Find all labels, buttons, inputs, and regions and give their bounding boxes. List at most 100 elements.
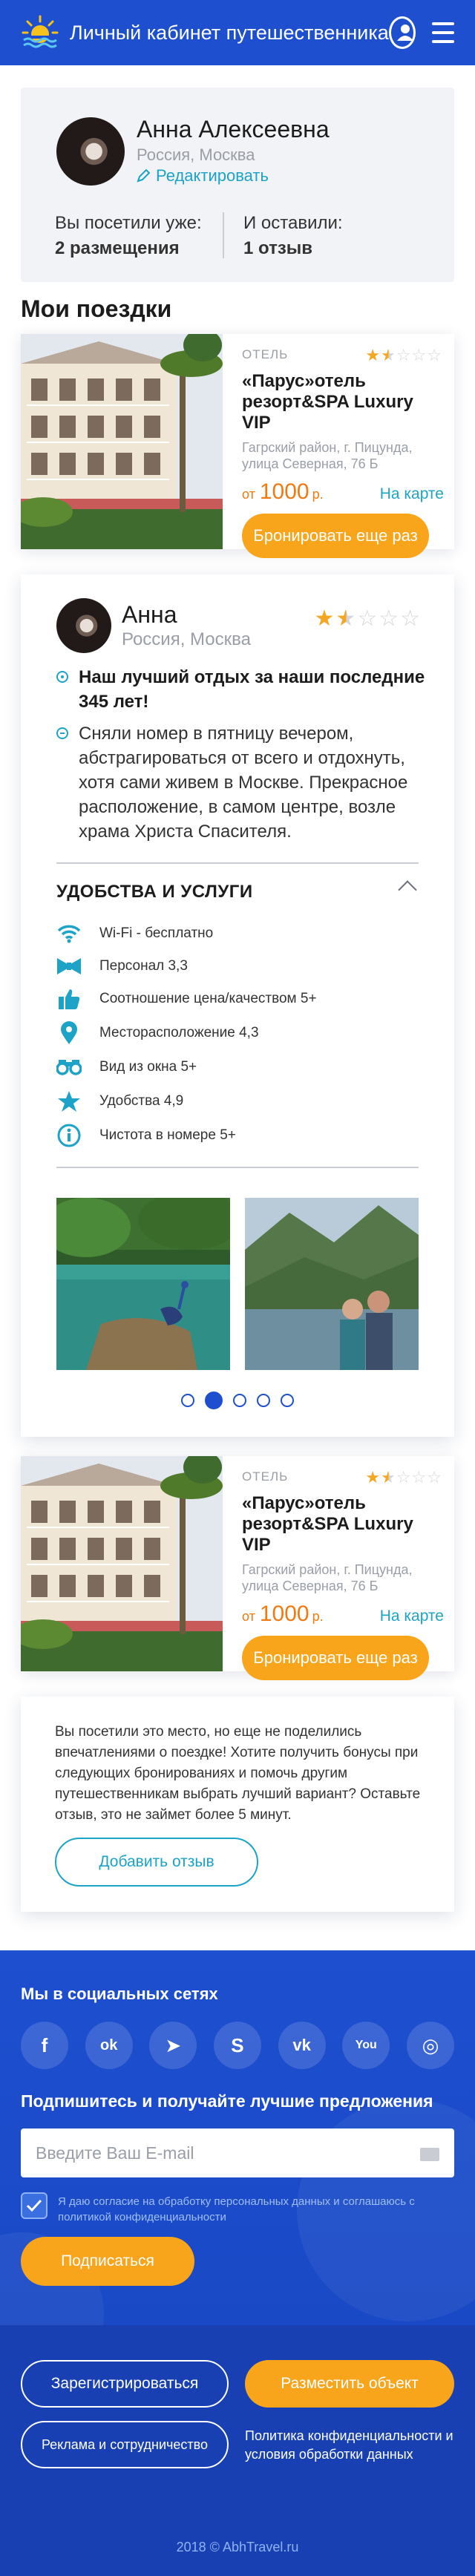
privacy-policy-link[interactable]: Политика конфиденциальности и условия об… — [245, 2427, 460, 2464]
invite-text: Вы посетили это место, но еще не поделил… — [55, 1724, 421, 1823]
on-map-link[interactable]: На карте — [380, 1607, 444, 1625]
star-icon — [56, 1089, 82, 1113]
ads-button[interactable]: Реклама и сотрудничество — [21, 2421, 229, 2468]
hamburger-menu-icon[interactable] — [431, 22, 454, 43]
register-button[interactable]: Зарегистрироваться — [21, 2360, 229, 2408]
review-minus: Сняли номер в пятницу вечером, абстрагир… — [56, 721, 442, 844]
review-plus-text: Наш лучший отдых за наши последние 345 л… — [79, 667, 425, 712]
odnoklassniki-icon[interactable]: ok — [85, 2022, 133, 2069]
reviewer-name: Анна — [122, 601, 177, 628]
amenity-item: Месторасположение 4,3 — [56, 1021, 259, 1045]
review-photo[interactable] — [56, 1198, 230, 1370]
hotel-address: Гагрский район, г. Пицунда, улица Северн… — [242, 1562, 413, 1593]
social-title: Мы в социальных сетях — [21, 1985, 218, 2003]
amenity-item: Вид из окна 5+ — [56, 1055, 197, 1079]
review-photo[interactable] — [245, 1198, 419, 1370]
reviewer-location: Россия, Москва — [122, 629, 251, 649]
amenity-label: Вид из окна 5+ — [99, 1059, 197, 1075]
price-currency: р. — [312, 1609, 324, 1624]
price-row: от 1000 р. На карте — [242, 479, 444, 505]
visited-stat: Вы посетили уже: 2 размещения — [55, 211, 202, 261]
wifi-icon — [56, 922, 82, 945]
instagram-icon[interactable]: ◎ — [406, 2022, 454, 2069]
footer: Мы в социальных сетях f ok ➤ S vk You ◎ … — [0, 1950, 475, 2576]
price-from: от — [242, 487, 255, 502]
subscribe-button[interactable]: Подписаться — [21, 2237, 194, 2286]
price-currency: р. — [312, 487, 324, 502]
facebook-icon[interactable]: f — [21, 2022, 68, 2069]
hotel-name[interactable]: «Парус»отель резорт&SPA Luxury VIP — [242, 371, 444, 433]
hotel-address: Гагрский район, г. Пицунда, улица Северн… — [242, 440, 413, 471]
subscribe-title: Подпишитесь и получайте лучшие предложен… — [21, 2091, 433, 2111]
review-plus: Наш лучший отдых за наши последние 345 л… — [56, 665, 442, 714]
on-map-link[interactable]: На карте — [380, 485, 444, 503]
slider-dot-active[interactable] — [205, 1392, 223, 1409]
thumbs-up-icon — [56, 987, 82, 1011]
mail-icon — [420, 2148, 439, 2161]
user-icon[interactable] — [388, 16, 416, 49]
left-value: 1 отзыв — [243, 238, 313, 258]
minus-icon — [56, 727, 68, 739]
amenity-item: Удобства 4,9 — [56, 1089, 183, 1113]
amenity-label: Wi-Fi - бесплатно — [99, 925, 214, 941]
youtube-icon[interactable]: You — [342, 2022, 390, 2069]
amenity-label: Чистота в номере 5+ — [99, 1127, 236, 1143]
visited-value: 2 размещения — [55, 238, 180, 258]
rating-stars: ★★☆☆☆ — [365, 346, 442, 364]
hotel-name[interactable]: «Парус»отель резорт&SPA Luxury VIP — [242, 1493, 444, 1556]
price-row: от 1000 р. На карте — [242, 1602, 444, 1627]
price-from: от — [242, 1609, 255, 1624]
binoculars-icon — [56, 1055, 82, 1079]
email-field[interactable] — [21, 2128, 454, 2177]
bowtie-icon — [56, 954, 82, 978]
divider — [56, 1167, 419, 1168]
stat-divider — [223, 212, 224, 258]
amenity-label: Удобства 4,9 — [99, 1093, 184, 1109]
page-title: Личный кабинет путешественника — [70, 21, 389, 44]
section-title-trips: Мои поездки — [21, 295, 172, 322]
review-minus-text: Сняли номер в пятницу вечером, абстрагир… — [79, 724, 408, 842]
copyright: 2018 © AbhTravel.ru — [176, 2540, 299, 2554]
amenity-label: Соотношение цена/качеством 5+ — [99, 991, 317, 1006]
profile-card: Анна Алексеевна Россия, Москва Редактиро… — [21, 88, 454, 282]
consent-text: Я даю согласие на обработку персональных… — [58, 2195, 415, 2223]
price-value: 1000 — [259, 479, 309, 504]
hotel-card[interactable]: ОТЕЛЬ ★★☆☆☆ «Парус»отель резорт&SPA Luxu… — [21, 1456, 454, 1680]
skype-icon[interactable]: S — [213, 2022, 261, 2069]
add-review-button[interactable]: Добавить отзыв — [55, 1838, 258, 1887]
hotel-photo[interactable] — [21, 334, 223, 549]
place-object-button[interactable]: Разместить объект — [245, 2360, 454, 2408]
review-card: Анна Россия, Москва ★★☆☆☆ Наш лучший отд… — [21, 574, 454, 1437]
review-invite-card: Вы посетили это место, но еще не поделил… — [21, 1697, 454, 1912]
consent-checkbox[interactable] — [21, 2192, 48, 2219]
edit-profile-link[interactable]: Редактировать — [137, 166, 269, 186]
review-rating-stars: ★★☆☆☆ — [314, 606, 422, 631]
price-value: 1000 — [259, 1602, 309, 1626]
slider-dot[interactable] — [181, 1394, 194, 1407]
hotel-info: ОТЕЛЬ ★★☆☆☆ «Парус»отель резорт&SPA Luxu… — [242, 346, 444, 558]
rating-stars: ★★☆☆☆ — [365, 1468, 442, 1487]
chevron-up-icon[interactable] — [398, 880, 417, 899]
avatar[interactable] — [56, 117, 125, 186]
amenity-label: Персонал 3,3 — [99, 958, 188, 974]
book-again-button[interactable]: Бронировать еще раз — [242, 1636, 429, 1680]
amenities-title[interactable]: УДОБСТВА И УСЛУГИ — [56, 882, 253, 902]
book-again-button[interactable]: Бронировать еще раз — [242, 514, 429, 558]
hotel-photo[interactable] — [21, 1456, 223, 1671]
divider — [56, 862, 419, 864]
social-links: f ok ➤ S vk You ◎ — [21, 2022, 454, 2069]
left-prefix: И оставили: — [243, 213, 343, 233]
slider-dot[interactable] — [233, 1394, 246, 1407]
amenity-item: Чистота в номере 5+ — [56, 1124, 236, 1147]
hotel-card[interactable]: ОТЕЛЬ ★★☆☆☆ «Парус»отель резорт&SPA Luxu… — [21, 334, 454, 558]
slider-dot[interactable] — [257, 1394, 270, 1407]
slider-dot[interactable] — [281, 1394, 294, 1407]
telegram-icon[interactable]: ➤ — [149, 2022, 197, 2069]
vk-icon[interactable]: vk — [278, 2022, 326, 2069]
checkmark-icon — [26, 2199, 42, 2212]
slider-pagination — [21, 1392, 454, 1409]
edit-label: Редактировать — [156, 166, 269, 185]
amenity-item: Соотношение цена/качеством 5+ — [56, 987, 317, 1011]
hotel-info: ОТЕЛЬ ★★☆☆☆ «Парус»отель резорт&SPA Luxu… — [242, 1468, 444, 1680]
sun-logo-icon[interactable] — [21, 13, 59, 52]
